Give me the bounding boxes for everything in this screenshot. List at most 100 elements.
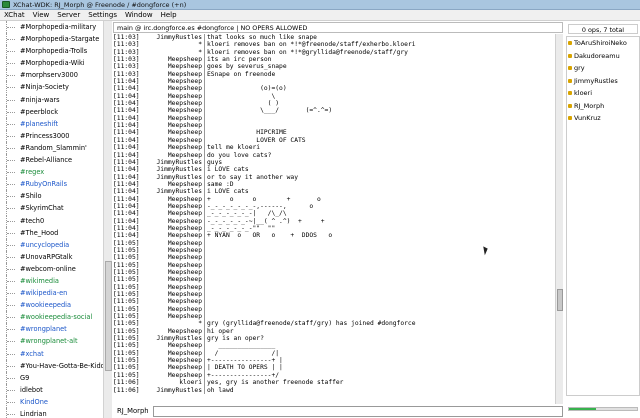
topic-bar[interactable]: main @ irc.dongforce.es #dongforce | NO … [113,22,563,33]
chat-nick[interactable]: Meepsheep [143,144,205,152]
channel-item[interactable]: #tech0 [0,214,111,227]
chat-nick[interactable]: Meepsheep [143,129,205,137]
nick-button[interactable]: RJ_Morph [115,406,151,416]
message-input[interactable] [152,405,563,417]
chat-nick[interactable]: Meepsheep [143,202,205,211]
channel-item[interactable]: #Shilo [0,190,111,203]
chat-nick[interactable]: JimmyRustles [143,166,205,174]
chat-nick[interactable]: Meepsheep [143,283,205,292]
chat-nick[interactable]: Meepsheep [143,371,205,380]
channel-item[interactable]: #Rebel-Alliance [0,154,111,167]
channel-item[interactable]: #Random_Slammin' [0,141,111,154]
chat-nick[interactable]: Meepsheep [143,364,205,372]
chat-scrollbar[interactable] [555,34,563,404]
scrollbar-thumb[interactable] [557,289,563,311]
channel-item[interactable]: #wookieepedia [0,299,111,312]
chat-nick[interactable]: Meepsheep [143,224,205,233]
chat-nick[interactable]: JimmyRustles [143,173,205,181]
channel-item[interactable]: #regex [0,166,111,179]
chat-nick[interactable]: Meepsheep [143,107,205,115]
user-item[interactable]: VunKruz [567,112,639,125]
chat-nick[interactable]: JimmyRustles [143,386,205,394]
chat-nick[interactable]: JimmyRustles [143,188,205,196]
channel-item[interactable]: #Ninja-Society [0,81,111,94]
chat-nick[interactable]: Meepsheep [143,349,205,358]
chat-nick[interactable]: Meepsheep [143,92,205,101]
channel-item[interactable]: G9 [0,371,111,384]
chat-nick[interactable]: Meepsheep [143,78,205,86]
chat-nick[interactable]: JimmyRustles [143,34,205,42]
user-item[interactable]: ToAruShiroiNeko [567,37,639,50]
chat-nick[interactable]: Meepsheep [143,122,205,130]
chat-nick[interactable]: Meepsheep [143,261,205,269]
channel-tree-scrollbar[interactable] [103,21,112,418]
chat-nick[interactable]: JimmyRustles [143,335,205,343]
chat-nick[interactable]: Meepsheep [143,327,205,336]
channel-item[interactable]: Lindrian [0,408,111,418]
chat-nick[interactable]: Meepsheep [143,136,205,145]
channel-item[interactable]: #wikipedia-en [0,287,111,300]
menu-window[interactable]: Window [125,11,153,19]
chat-nick[interactable]: kloeri [143,379,205,387]
chat-nick[interactable]: * [143,41,205,49]
channel-item[interactable]: #uncyclopedia [0,238,111,251]
channel-item[interactable]: #wookieepedia-social [0,311,111,324]
chat-nick[interactable]: Meepsheep [143,151,205,159]
chat-nick[interactable]: Meepsheep [143,195,205,203]
chat-nick[interactable]: JimmyRustles [143,158,205,167]
chat-nick[interactable]: * [143,320,205,328]
channel-item[interactable]: #morphserv3000 [0,69,111,82]
chat-nick[interactable]: Meepsheep [143,210,205,218]
user-item[interactable]: JimmyRustles [567,75,639,88]
menu-help[interactable]: Help [161,11,177,19]
chat-nick[interactable]: Meepsheep [143,63,205,71]
chat-nick[interactable]: Meepsheep [143,85,205,93]
channel-item[interactable]: #ninja-wars [0,93,111,106]
channel-item[interactable]: #UnovaRPGtalk [0,250,111,263]
chat-nick[interactable]: Meepsheep [143,114,205,123]
channel-item[interactable]: #Morphopedia-Wiki [0,57,111,70]
chat-nick[interactable]: * [143,48,205,57]
menu-xchat[interactable]: XChat [4,11,25,19]
chat-nick[interactable]: Meepsheep [143,254,205,262]
channel-item[interactable]: #Morphopedia-military [0,21,111,33]
channel-item[interactable]: #planeshift [0,117,111,130]
chat-nick[interactable]: Meepsheep [143,313,205,321]
chat-nick[interactable]: Meepsheep [143,56,205,64]
channel-item[interactable]: idlebot [0,383,111,396]
user-item[interactable]: RJ_Morph [567,100,639,113]
chat-nick[interactable]: Meepsheep [143,232,205,240]
channel-item[interactable]: #wrongplanet [0,323,111,336]
menu-view[interactable]: View [33,11,50,19]
user-item[interactable]: gry [567,62,639,75]
channel-item[interactable]: #wikimedia [0,274,111,287]
chat-nick[interactable]: Meepsheep [143,100,205,108]
channel-item[interactable]: #SkyrimChat [0,202,111,215]
channel-item[interactable]: #Morphopedia-Trolls [0,45,111,58]
channel-item[interactable]: #wrongplanet-alt [0,335,111,348]
chat-nick[interactable]: Meepsheep [143,357,205,365]
channel-item[interactable]: #You-Have-Gotta-Be-Kiddin [0,359,111,372]
chat-nick[interactable]: Meepsheep [143,342,205,350]
channel-item[interactable]: #Princess3000 [0,129,111,142]
channel-item[interactable]: #xchat [0,347,111,360]
chat-nick[interactable]: Meepsheep [143,276,205,284]
user-item[interactable]: kloeri [567,87,639,100]
chat-nick[interactable]: Meepsheep [143,239,205,247]
chat-nick[interactable]: Meepsheep [143,298,205,306]
chat-nick[interactable]: Meepsheep [143,291,205,299]
channel-item[interactable]: #peerblock [0,105,111,118]
menu-settings[interactable]: Settings [88,11,117,19]
chat-nick[interactable]: Meepsheep [143,70,205,79]
chat-nick[interactable]: Meepsheep [143,305,205,314]
chat-nick[interactable]: Meepsheep [143,246,205,255]
channel-item[interactable]: KindOne [0,395,111,408]
chat-nick[interactable]: Meepsheep [143,217,205,225]
channel-item[interactable]: #Morphopedia-Stargate [0,33,111,46]
menu-server[interactable]: Server [57,11,80,19]
channel-item[interactable]: #webcom-online [0,262,111,275]
chat-nick[interactable]: Meepsheep [143,269,205,277]
channel-item[interactable]: #The_Hood [0,226,111,239]
chat-nick[interactable]: Meepsheep [143,180,205,189]
user-item[interactable]: Dakudoreamu [567,50,639,63]
